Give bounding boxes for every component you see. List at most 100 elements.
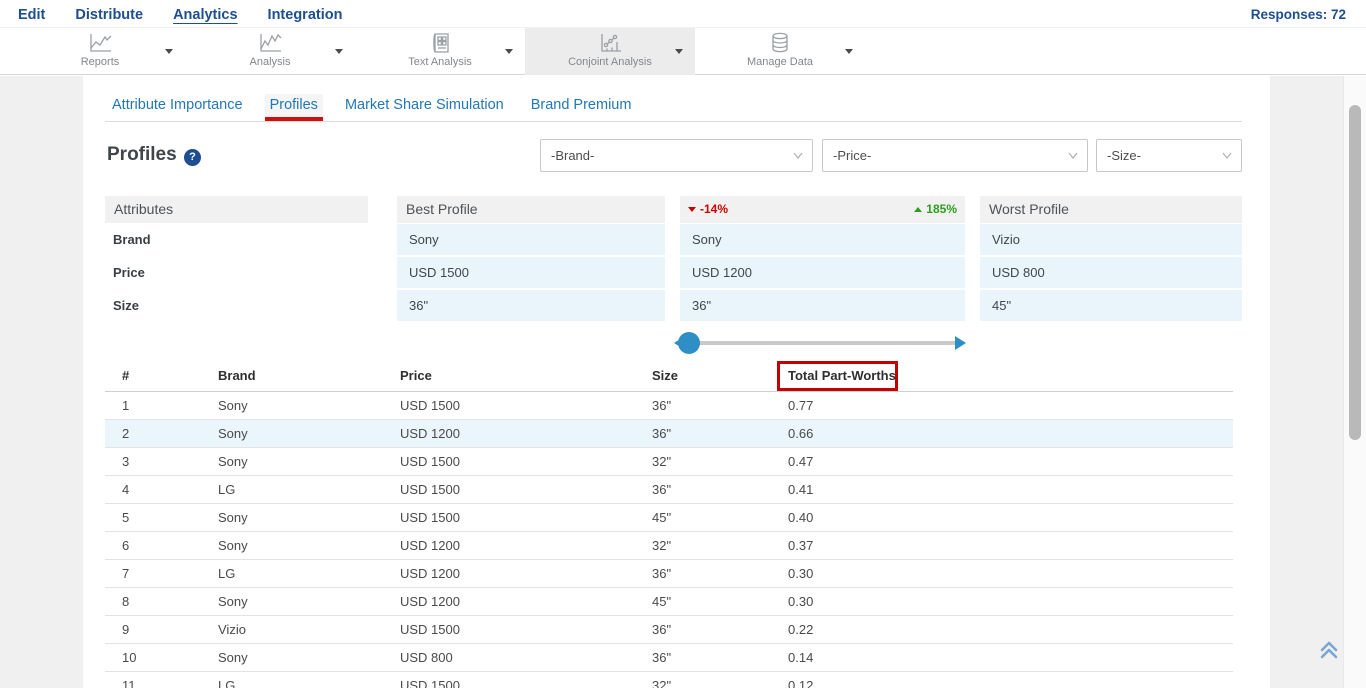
tab-profiles[interactable]: Profiles	[265, 94, 323, 119]
decrease-badge: -14%	[688, 196, 728, 223]
chevron-down-icon[interactable]	[165, 49, 173, 54]
increase-badge: 185%	[914, 196, 957, 223]
profile-slider-track[interactable]	[690, 341, 956, 345]
chevron-down-icon	[1222, 152, 1232, 160]
toolbar-item-label: Manage Data	[695, 56, 865, 68]
table-row[interactable]: 7LGUSD 120036"0.30	[105, 560, 1233, 588]
nav-integration[interactable]: Integration	[268, 7, 343, 23]
conjoint-subtabs: Attribute Importance Profiles Market Sha…	[107, 94, 636, 119]
attribute-label-size: Size	[113, 290, 139, 321]
annotation-box	[777, 361, 898, 391]
cell-total_part_worths: 0.47	[788, 448, 813, 476]
cell-total_part_worths: 0.30	[788, 560, 813, 588]
table-row[interactable]: 6SonyUSD 120032"0.37	[105, 532, 1233, 560]
col-header-price: Price	[400, 368, 432, 383]
triangle-down-icon	[688, 207, 696, 212]
nav-distribute[interactable]: Distribute	[75, 7, 143, 23]
cell-total_part_worths: 0.77	[788, 392, 813, 420]
database-icon	[695, 32, 865, 54]
tab-market-share-simulation[interactable]: Market Share Simulation	[340, 94, 509, 119]
col-header-num: #	[122, 368, 129, 383]
tab-profiles-label: Profiles	[270, 97, 318, 113]
toolbar-item-text-analysis[interactable]: Text Analysis	[355, 28, 525, 75]
increase-value: 185%	[926, 196, 957, 223]
toolbar-item-manage-data[interactable]: Manage Data	[695, 28, 865, 75]
cell-size: 32"	[652, 672, 671, 688]
chevron-down-icon[interactable]	[675, 49, 683, 54]
table-row[interactable]: 11LGUSD 150032"0.12	[105, 672, 1233, 688]
toolbar-item-reports[interactable]: Reports	[15, 28, 185, 75]
cell-num: 10	[122, 644, 136, 672]
col-header-brand: Brand	[218, 368, 256, 383]
tab-brand-premium[interactable]: Brand Premium	[526, 94, 637, 119]
cell-size: 36"	[652, 392, 671, 420]
chevron-down-icon[interactable]	[505, 49, 513, 54]
profile-slider-handle[interactable]	[678, 332, 700, 354]
size-dropdown[interactable]: -Size-	[1096, 139, 1242, 172]
profiles-table: 1SonyUSD 150036"0.772SonyUSD 120036"0.66…	[105, 392, 1233, 688]
nav-analytics[interactable]: Analytics	[173, 7, 237, 23]
cell-size: 36"	[652, 560, 671, 588]
cell-price: USD 1200	[400, 560, 460, 588]
table-row[interactable]: 4LGUSD 150036"0.41	[105, 476, 1233, 504]
scrollbar-thumb[interactable]	[1349, 105, 1361, 440]
cell-price: USD 1500	[400, 476, 460, 504]
best-profile-brand: Sony	[397, 224, 665, 255]
table-row[interactable]: 8SonyUSD 120045"0.30	[105, 588, 1233, 616]
scatter-chart-icon	[525, 32, 695, 54]
price-dropdown[interactable]: -Price-	[822, 139, 1088, 172]
cell-size: 36"	[652, 420, 671, 448]
cell-brand: Sony	[218, 588, 248, 616]
cell-total_part_worths: 0.41	[788, 476, 813, 504]
tab-attribute-importance[interactable]: Attribute Importance	[107, 94, 248, 119]
cell-price: USD 1500	[400, 392, 460, 420]
cell-size: 45"	[652, 588, 671, 616]
cell-price: USD 1200	[400, 532, 460, 560]
trend-chart-icon	[185, 32, 355, 54]
nav-edit[interactable]: Edit	[18, 7, 45, 23]
toolbar-item-conjoint-analysis[interactable]: Conjoint Analysis	[525, 28, 695, 75]
worst-profile-header: Worst Profile	[980, 196, 1242, 223]
cell-num: 9	[122, 616, 129, 644]
scroll-to-top-button[interactable]	[1316, 637, 1342, 663]
cell-brand: Sony	[218, 532, 248, 560]
table-row[interactable]: 1SonyUSD 150036"0.77	[105, 392, 1233, 420]
cell-brand: LG	[218, 672, 235, 688]
cell-size: 32"	[652, 532, 671, 560]
attributes-header: Attributes	[105, 196, 368, 223]
cell-num: 4	[122, 476, 129, 504]
chevron-down-icon[interactable]	[335, 49, 343, 54]
slider-next-arrow[interactable]	[955, 336, 966, 350]
responses-count[interactable]: Responses: 72	[1251, 7, 1346, 22]
analytics-toolbar: Reports Analysis Text Analysis	[0, 28, 1366, 75]
cell-num: 11	[122, 672, 136, 688]
table-row[interactable]: 3SonyUSD 150032"0.47	[105, 448, 1233, 476]
cell-size: 45"	[652, 504, 671, 532]
cell-brand: LG	[218, 476, 235, 504]
double-chevron-up-icon	[1316, 637, 1342, 663]
chevron-down-icon[interactable]	[845, 49, 853, 54]
current-profile-brand: Sony	[680, 224, 965, 255]
chevron-down-icon	[1068, 152, 1078, 160]
chevron-down-icon	[793, 152, 803, 160]
cell-brand: Sony	[218, 448, 248, 476]
table-row[interactable]: 9VizioUSD 150036"0.22	[105, 616, 1233, 644]
price-dropdown-value: -Price-	[833, 148, 871, 163]
table-row[interactable]: 10SonyUSD 80036"0.14	[105, 644, 1233, 672]
worst-profile-price: USD 800	[980, 257, 1242, 288]
best-profile-price: USD 1500	[397, 257, 665, 288]
best-profile-header: Best Profile	[397, 196, 665, 223]
attribute-label-price: Price	[113, 257, 145, 288]
page-title: Profiles	[107, 144, 177, 166]
cell-brand: Sony	[218, 420, 248, 448]
toolbar-item-analysis[interactable]: Analysis	[185, 28, 355, 75]
brand-dropdown[interactable]: -Brand-	[540, 139, 813, 172]
size-dropdown-value: -Size-	[1107, 148, 1141, 163]
brand-dropdown-value: -Brand-	[551, 148, 594, 163]
toolbar-item-label: Conjoint Analysis	[525, 56, 695, 68]
table-row[interactable]: 2SonyUSD 120036"0.66	[105, 420, 1233, 448]
cell-total_part_worths: 0.30	[788, 588, 813, 616]
cell-brand: Sony	[218, 504, 248, 532]
help-icon[interactable]: ?	[184, 149, 201, 166]
table-row[interactable]: 5SonyUSD 150045"0.40	[105, 504, 1233, 532]
